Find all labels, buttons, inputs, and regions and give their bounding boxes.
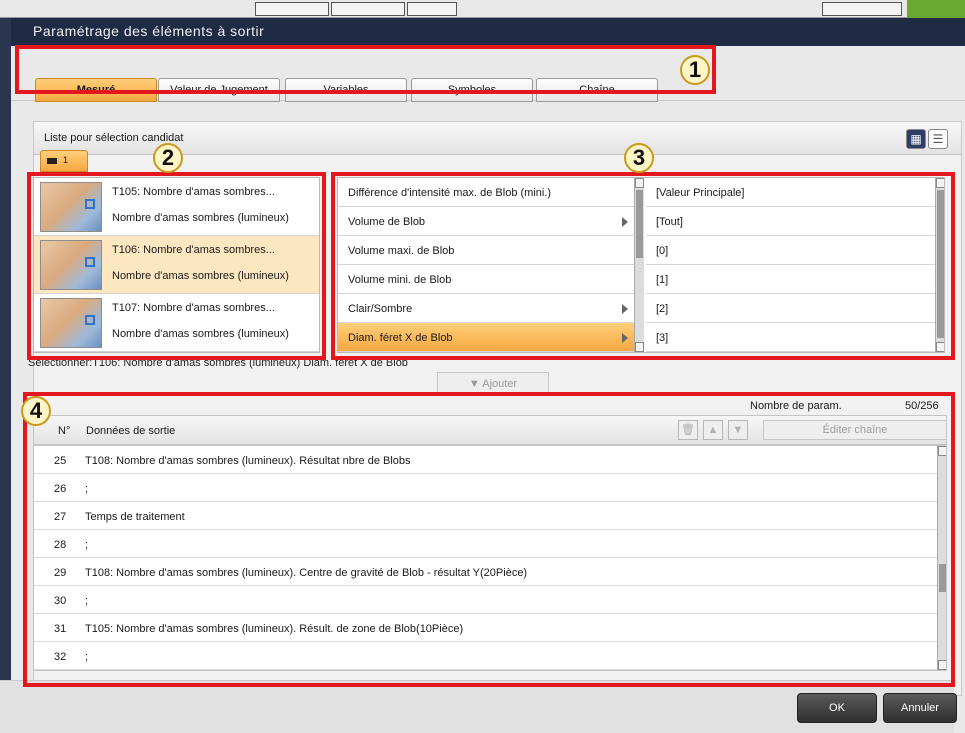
callout-marker-1: 1 xyxy=(680,55,710,85)
callout-box-parameters xyxy=(331,172,955,360)
dialog-title: Paramétrage des éléments à sortir xyxy=(11,18,965,46)
cancel-button[interactable]: Annuler xyxy=(883,693,957,723)
callout-marker-4: 4 xyxy=(21,396,51,426)
camera-tab[interactable]: 1 xyxy=(40,150,88,172)
ok-button[interactable]: OK xyxy=(797,693,877,723)
camera-icon xyxy=(47,157,57,164)
background-segment xyxy=(331,2,405,16)
candidate-panel-title: Liste pour sélection candidat xyxy=(44,132,184,144)
grid-view-icon[interactable]: ▦ xyxy=(906,129,926,149)
background-segment xyxy=(255,2,329,16)
camera-tab-label: 1 xyxy=(63,155,69,165)
background-green-block xyxy=(907,0,965,18)
callout-marker-3: 3 xyxy=(624,143,654,173)
list-view-icon[interactable]: ☰ xyxy=(928,129,948,149)
background-segment xyxy=(822,2,902,16)
callout-marker-2: 2 xyxy=(153,143,183,173)
callout-box-tabs xyxy=(15,45,716,94)
callout-box-output xyxy=(23,392,955,687)
callout-box-candidates xyxy=(27,172,326,360)
background-window-strip xyxy=(0,0,965,18)
background-segment xyxy=(407,2,457,16)
